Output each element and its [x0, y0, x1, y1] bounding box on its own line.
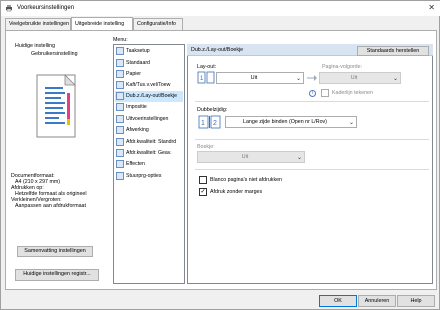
borderless-print-label: Afdruk zonder marges: [210, 189, 263, 195]
menu-item-quality-standard[interactable]: Afdr.kwaliteit: Standrd: [115, 137, 183, 148]
svg-text:2: 2: [213, 120, 217, 127]
scale-value: Aanpassen aan afdrukformaat: [15, 203, 86, 209]
menu-item-label: Papier: [126, 71, 141, 77]
duplex-dropdown[interactable]: Lange zijde binden (Open nr L/Rov) ⌄: [225, 116, 357, 128]
layout-value: Uit: [250, 75, 258, 81]
layout-dropdown[interactable]: Uit ⌄: [216, 72, 304, 84]
menu-item-standaard[interactable]: Standaard: [115, 58, 183, 69]
menu-item-taaksetup[interactable]: Taaksetup: [115, 46, 183, 57]
content-title: Dub.z./Lay-out/Boekje: [191, 47, 244, 53]
duplex-label: Dubbelzijdig:: [197, 107, 228, 113]
close-icon[interactable]: ✕: [428, 3, 435, 12]
menu-item-label: Effecten: [126, 161, 145, 167]
cover-icon: [116, 81, 124, 89]
borderless-print-checkbox[interactable]: ✓: [199, 188, 207, 196]
menu-item-label: Stuurprg-opties: [126, 173, 162, 179]
divider: [195, 101, 429, 102]
draw-border-label: Kaderlijn tekenen: [332, 90, 373, 96]
menu-item-driver-options[interactable]: Stuurprg-opties: [115, 171, 183, 182]
menu-item-output-settings[interactable]: Uitvoerinstellingen: [115, 114, 183, 125]
menu-item-label: Afdr.kwaliteit: Geav.: [126, 150, 172, 156]
tab-frequent-settings[interactable]: Veelgebruikte instellingen: [5, 18, 71, 30]
booklet-value: Uit: [241, 154, 249, 160]
driver-options-icon: [116, 172, 124, 180]
chevron-down-icon: ⌄: [295, 76, 301, 82]
restore-defaults-button[interactable]: Standaards herstellen: [357, 46, 429, 56]
cancel-button[interactable]: Annuleren: [358, 295, 396, 307]
standard-icon: [116, 59, 124, 67]
chevron-down-icon: ⌄: [348, 120, 354, 126]
info-icon: i: [309, 90, 316, 97]
menu-label: Menu:: [113, 37, 128, 43]
menu-item-label: Impositie: [126, 104, 147, 110]
menu-item-label: Afwerking: [126, 127, 149, 133]
page-order-value: Uit: [350, 75, 358, 81]
preferences-window: Voorkeursinstellingen ✕ Veelgebruikte in…: [0, 0, 440, 310]
register-current-settings-button[interactable]: Huidige instellingen registr...: [15, 269, 99, 281]
tab-advanced-settings[interactable]: Uitgebreide instelling: [71, 17, 133, 30]
quality-icon: [116, 138, 124, 146]
current-setting-label: Huidige instelling: [15, 43, 56, 49]
chevron-down-icon: ⌄: [296, 155, 302, 161]
layout-label: Lay-out:: [197, 64, 217, 70]
page-order-dropdown[interactable]: Uit ⌄: [319, 72, 401, 84]
booklet-dropdown[interactable]: Uit ⌄: [197, 151, 305, 163]
menu-item-finishing[interactable]: Afwerking: [115, 125, 183, 136]
finishing-icon: [116, 126, 124, 134]
menu-item-label: Taaksetup: [126, 48, 150, 54]
duplex-value: Lange zijde binden (Open nr L/Rov): [243, 119, 327, 125]
current-setting-name: Gebruikersinstelling: [31, 51, 78, 57]
layout-pages-icon: 1: [197, 71, 215, 84]
divider: [195, 139, 429, 140]
menu-item-impositie[interactable]: Impositie: [115, 102, 183, 113]
tab-configuration-info[interactable]: Configuratie/Info: [133, 18, 183, 30]
page-order-label: Pagina-volgorde:: [322, 64, 363, 70]
page-preview-icon: [36, 74, 76, 138]
menu-item-label: Standaard: [126, 60, 150, 66]
window-title: Voorkeursinstellingen: [17, 5, 75, 11]
draw-border-checkbox[interactable]: [321, 89, 329, 97]
chevron-down-icon: ⌄: [392, 76, 398, 82]
menu-item-quality-advanced[interactable]: Afdr.kwaliteit: Geav.: [115, 148, 183, 159]
svg-text:1: 1: [201, 120, 205, 127]
booklet-icon: [116, 92, 124, 100]
skip-blank-pages-checkbox[interactable]: [199, 176, 207, 184]
settings-summary-button[interactable]: Samenvatting instellingen: [17, 246, 93, 257]
menu-item-effects[interactable]: Effecten: [115, 159, 183, 170]
menu-item-label: Afdr.kwaliteit: Standrd: [126, 139, 177, 145]
help-button[interactable]: Help: [397, 295, 435, 307]
menu-item-label: Uitvoerinstellingen: [126, 116, 169, 122]
ok-button[interactable]: OK: [319, 295, 357, 307]
skip-blank-pages-label: Blanco pagina's niet afdrukken: [210, 177, 282, 183]
paper-icon: [116, 70, 124, 78]
menu-item-label: Dub.z./Lay-out/Boekje: [126, 93, 178, 99]
menu-item-papier[interactable]: Papier: [115, 69, 183, 80]
effects-icon: [116, 160, 124, 168]
quality-advanced-icon: [116, 149, 124, 157]
booklet-label: Boekje:: [197, 144, 215, 150]
menu-item-cover[interactable]: Kaft/Tus.v.vel/Toew: [115, 80, 183, 91]
imposition-icon: [116, 103, 124, 111]
duplex-long-edge-icon: 1 2: [198, 115, 221, 129]
printer-icon: [6, 5, 12, 12]
menu-item-label: Kaft/Tus.v.vel/Toew: [126, 82, 171, 88]
job-setup-icon: [116, 47, 124, 55]
menu-item-duplex-layout-booklet[interactable]: Dub.z./Lay-out/Boekje: [115, 91, 183, 102]
page-order-arrow-icon: [307, 75, 317, 81]
divider: [195, 169, 429, 170]
output-icon: [116, 115, 124, 123]
title-bar: Voorkeursinstellingen ✕: [1, 1, 440, 16]
